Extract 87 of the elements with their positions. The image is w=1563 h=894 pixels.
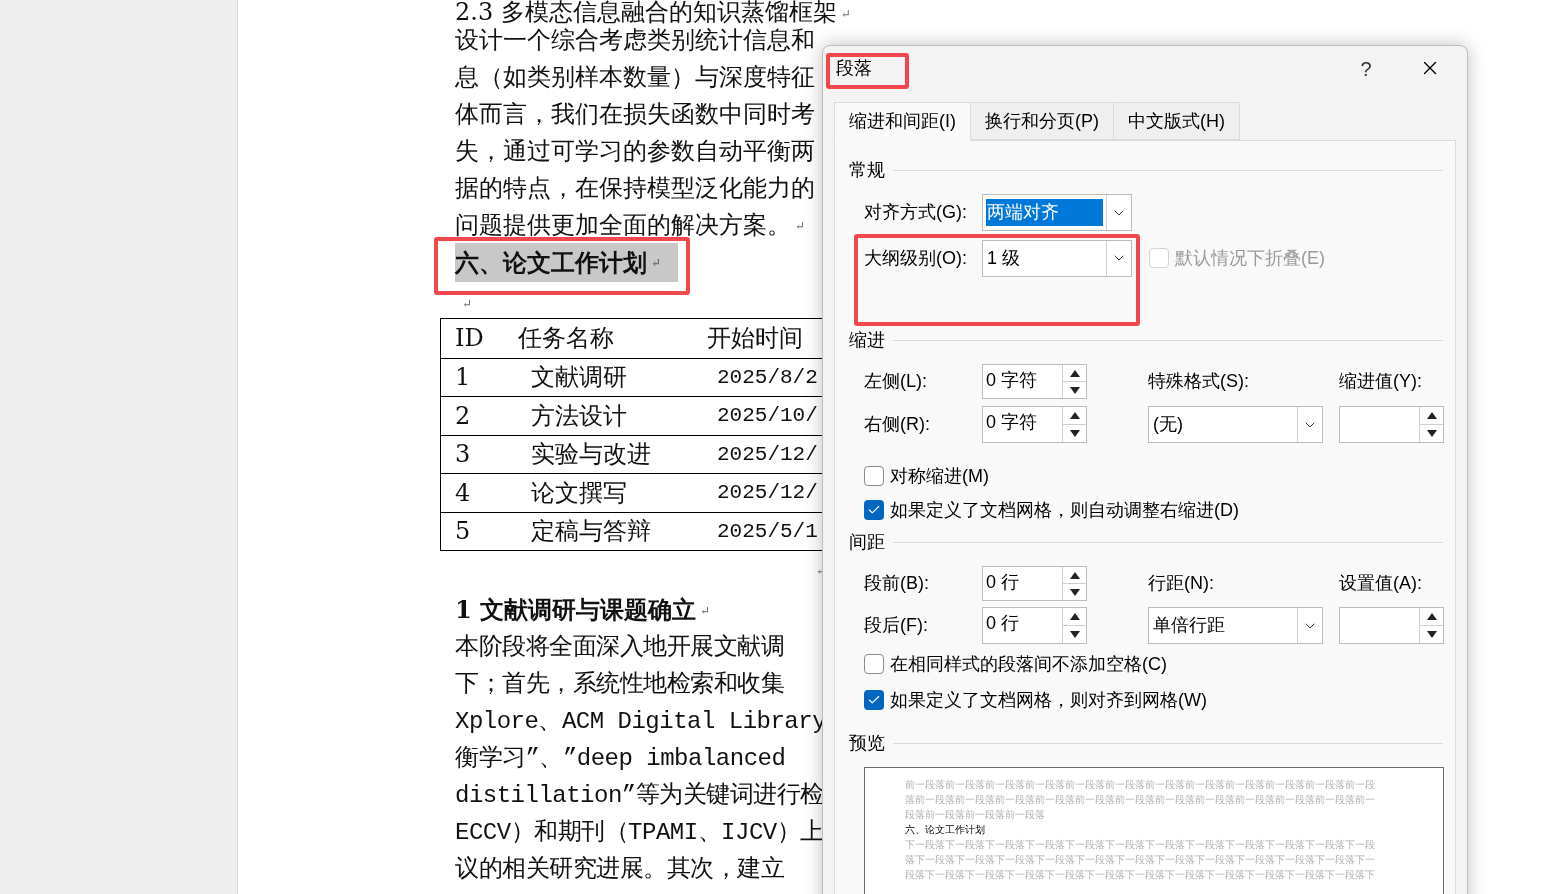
spin-field[interactable]: 0 字符 <box>982 406 1087 443</box>
body-text: distillation”等为关键词进行检 <box>455 782 824 809</box>
checkbox[interactable]: 如果定义了文档网格，则对齐到网格(W) <box>864 689 1455 711</box>
table-cell-text: 2025/12/ <box>716 480 818 506</box>
help-button[interactable]: ? <box>1351 54 1381 80</box>
up-triangle-icon <box>1069 412 1080 419</box>
dropdown[interactable]: 1 级 <box>982 239 1132 277</box>
checkbox[interactable]: 如果定义了文档网格，则自动调整右缩进(D) <box>864 499 1455 521</box>
section-heading: 预览 <box>849 731 885 755</box>
table-cell-text: 1 <box>454 362 472 394</box>
paragraph-mark: ↵ <box>462 296 473 311</box>
body-text: 衡学习”、”deep imbalanced <box>455 745 786 772</box>
paragraph-mark: ↵ <box>651 254 662 272</box>
paragraph-mark: ↵ <box>795 219 806 233</box>
field-label: 对齐方式(G): <box>864 201 968 224</box>
section-heading: 间距 <box>849 530 885 554</box>
table-cell-text: 2025/10/ <box>716 403 818 429</box>
up-triangle-icon <box>1069 571 1080 579</box>
up-triangle-icon <box>1069 369 1080 377</box>
body-text: 失，通过可学习的参数自动平衡两 <box>455 137 815 165</box>
table-cell-text: 2025/12/ <box>716 441 818 468</box>
down-triangle-icon <box>1069 631 1080 638</box>
body-text: 下；首先，系统性地检索和收集 <box>455 671 784 698</box>
check-icon <box>867 503 881 517</box>
table-cell-text: 论文撰写 <box>530 477 628 509</box>
check-icon <box>867 693 881 707</box>
paragraph-mark: ↵ <box>700 604 711 618</box>
dropdown[interactable]: 两端对齐 <box>982 194 1132 231</box>
body-text: 体而言，我们在损失函数中同时考 <box>455 100 815 128</box>
paragraph-mark: ↵ <box>840 6 851 21</box>
table-cell-text: 2025/8/2 <box>716 364 818 391</box>
down-triangle-icon <box>1069 588 1080 596</box>
down-triangle-icon <box>1426 631 1437 638</box>
body-text: 据的特点，在保持模型泛化能力的 <box>455 174 815 202</box>
table-cell-text: 2025/5/1 <box>716 518 818 545</box>
table-cell-text: 4 <box>454 477 472 509</box>
body-text: ECCV）和期刊（TPAMI、IJCV）上 <box>455 819 824 846</box>
table-cell-text: 实验与改进 <box>530 439 652 471</box>
column-header: 开始时间 <box>706 323 803 355</box>
tab[interactable]: 换行和分页(P) <box>971 102 1114 140</box>
field-label: 行距(N): <box>1148 572 1215 595</box>
up-triangle-icon <box>1426 613 1437 620</box>
subheading: 1 文献调研与课题确立 <box>455 595 697 624</box>
field-label: 缩进值(Y): <box>1339 370 1422 393</box>
down-triangle-icon <box>1069 386 1080 394</box>
body-text: 问题提供更加全面的解决方案。 <box>455 211 791 239</box>
table-cell-text: 3 <box>454 439 472 471</box>
body-text: 议的相关研究进展。其次，建立 <box>455 856 784 883</box>
checkbox[interactable]: 对称缩进(M) <box>864 465 1455 487</box>
table-cell-text: 2 <box>454 400 472 432</box>
down-triangle-icon <box>1069 430 1080 437</box>
table-cell-text: 5 <box>454 516 472 548</box>
tab[interactable]: 缩进和间距(I) <box>834 102 971 141</box>
field-label: 段后(F): <box>864 614 929 637</box>
spin-field[interactable]: 0 行 <box>982 607 1087 644</box>
spin-field[interactable]: 0 行 <box>982 566 1087 601</box>
dialog-title: 段落 <box>836 58 872 78</box>
spin-field[interactable] <box>1339 607 1444 644</box>
column-header: ID <box>454 323 485 355</box>
field-label: 左侧(L): <box>864 370 928 393</box>
section-heading: 六、论文工作计划 ↵ <box>455 243 678 282</box>
table-cell-text: 方法设计 <box>530 400 628 432</box>
spin-field[interactable]: 0 字符 <box>982 364 1087 399</box>
down-triangle-icon <box>1426 430 1437 437</box>
body-text: 设计一个综合考虑类别统计信息和 <box>455 26 815 54</box>
body-text: 2.3 多模态信息融合的知识蒸馏框架 <box>455 0 837 26</box>
body-text: Xplore、ACM Digital Library <box>455 708 827 735</box>
body-text: 本阶段将全面深入地开展文献调 <box>455 634 784 661</box>
checkbox[interactable]: 在相同样式的段落间不添加空格(C) <box>864 653 1455 675</box>
dropdown[interactable]: 单倍行距 <box>1148 607 1323 644</box>
section-heading: 常规 <box>849 158 885 182</box>
tab[interactable]: 中文版式(H) <box>1114 102 1240 140</box>
preview-text: 六、论文工作计划 <box>905 823 985 837</box>
body-text: 息（如类别样本数量）与深度特征 <box>455 63 815 91</box>
field-label: 右侧(R): <box>864 413 931 436</box>
table-cell-text: 文献调研 <box>530 362 628 394</box>
field-label: 设置值(A): <box>1339 572 1422 595</box>
field-label: 段前(B): <box>864 572 930 595</box>
spin-field[interactable] <box>1339 406 1444 443</box>
dropdown[interactable]: (无) <box>1148 406 1323 443</box>
up-triangle-icon <box>1426 412 1437 419</box>
section-heading: 缩进 <box>849 328 885 352</box>
field-label: 大纲级别(O): <box>864 246 968 270</box>
column-header: 任务名称 <box>517 323 615 355</box>
table-cell-text: 定稿与答辩 <box>530 516 652 548</box>
field-label: 特殊格式(S): <box>1148 370 1250 393</box>
up-triangle-icon <box>1069 613 1080 620</box>
